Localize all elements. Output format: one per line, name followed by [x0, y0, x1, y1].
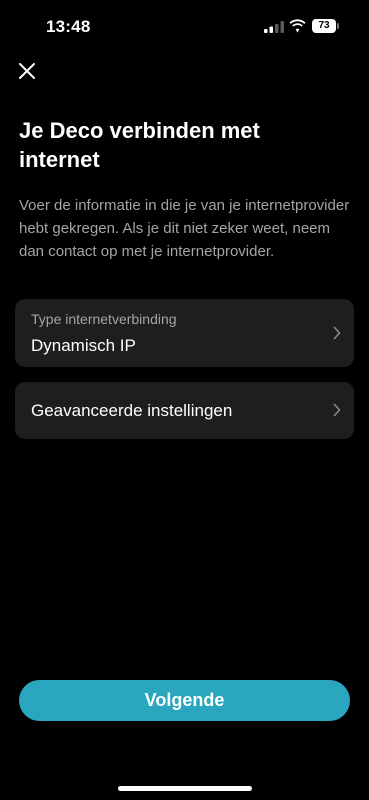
- advanced-settings-card[interactable]: Geavanceerde instellingen: [15, 382, 354, 439]
- home-indicator[interactable]: [118, 786, 252, 791]
- connection-type-card[interactable]: Type internetverbinding Dynamisch IP: [15, 299, 354, 367]
- wifi-icon: [289, 19, 306, 33]
- close-button[interactable]: [14, 58, 40, 84]
- status-time: 13:48: [46, 17, 91, 36]
- advanced-settings-label: Geavanceerde instellingen: [31, 401, 233, 420]
- battery-level: 73: [318, 20, 330, 31]
- page-title: Je Deco verbinden met internet: [19, 118, 260, 172]
- page-description: Voer de informatie in die je van je inte…: [19, 197, 350, 260]
- connection-type-value: Dynamisch IP: [31, 336, 136, 355]
- close-icon: [19, 63, 35, 79]
- connection-type-label: Type internetverbinding: [31, 311, 177, 327]
- status-bar: 13:48 73: [0, 0, 369, 54]
- next-button[interactable]: Volgende: [19, 680, 350, 721]
- chevron-right-icon: [333, 403, 341, 417]
- battery-icon: 73: [312, 19, 339, 33]
- chevron-right-icon: [333, 326, 341, 340]
- signal-icon: [264, 21, 284, 33]
